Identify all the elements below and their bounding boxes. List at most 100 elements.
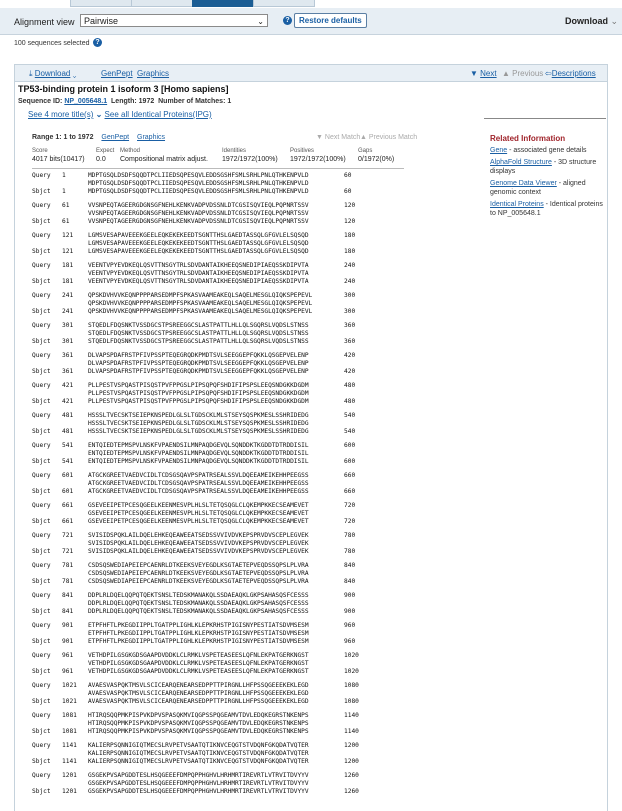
chevron-down-icon: ⌄ — [257, 17, 264, 26]
tab-graphic-summary[interactable] — [131, 0, 193, 7]
descriptions-link[interactable]: ⇦Descriptions — [545, 69, 596, 78]
alignment-start: 781 — [62, 578, 74, 585]
alignment-start: 301 — [62, 322, 74, 329]
alignment-sequence: ENTQIEDTEPMSPVLNSKFVPAENDSILMNPAQDGEVQLS… — [88, 458, 309, 465]
alignment-sequence: LGMSVESAPAVEEEKGEELEQKEKEKEEDTSGNTTHSLGA… — [88, 232, 309, 239]
alignment-sequence: SVISIDSPQKLAILDQELEHKEQEAWEEATSEDSSVVIVD… — [88, 532, 309, 539]
alignment-sequence: ENTQIEDTEPMSPVLNSKFVPAENDSILMNPAQDGEVQLS… — [88, 442, 309, 449]
length-label: Length: — [111, 98, 137, 105]
alignment-sequence: STQEDLFDQSNKTVSSDGCSTPSREEGGCSLASTPATTLH… — [88, 322, 309, 329]
alignment-start: 181 — [62, 262, 74, 269]
alignment-end: 1140 — [344, 728, 359, 735]
alignment-sequence: MDPTGSQLDSDFSQQDTPCLIIEDSQPESQVLEDDSGSHF… — [88, 180, 309, 187]
positives-value: 1972/1972(100%) — [290, 156, 346, 163]
alignment-block: Query 121 LGMSVESAPAVEEEKGEELEQKEKEKEEDTSG… — [32, 232, 392, 264]
range-graphics-link[interactable]: Graphics — [137, 134, 165, 141]
alignment-sequence: KALIERPSQNNIGIQTMECSLRVPETVSAATQTIKNVCEQ… — [88, 742, 309, 749]
alignment-row-label: Query — [32, 202, 51, 209]
alignment-sequence: PLLPESTVSPQASTPISQSTPVFPPGSLPIPSQPQFSHDI… — [88, 390, 309, 397]
download-icon: ⤓ — [29, 69, 33, 78]
related-ipg-link[interactable]: Identical Proteins — [490, 201, 544, 208]
tab-descriptions[interactable] — [70, 0, 132, 7]
seq-id-link[interactable]: NP_005648.1 — [64, 98, 107, 105]
alignment-sequence: DDPLRLDQELQQPQTQEKTSNSLTEDSKMANAKQLSSDAE… — [88, 592, 309, 599]
related-gdv-link[interactable]: Genome Data Viewer — [490, 180, 557, 187]
alignment-row-label: Query — [32, 712, 51, 719]
alignment-start: 1081 — [62, 728, 77, 735]
alignment-row-label: Query — [32, 232, 51, 239]
alignment-start: 1 — [62, 172, 66, 179]
alignment-block: Query 961 VETHDPILGSGKGDSGAAPDVDDKLCLRMKLV… — [32, 652, 392, 684]
alignment-start: 1021 — [62, 698, 77, 705]
alignment-sequence: ETPFHFTLPKEGDIIPPLTGATPPLIGHLKLEPKRHSTPI… — [88, 630, 309, 637]
alignment-start: 481 — [62, 428, 74, 435]
alignment-sequence: VETHDPILGSGKGDSGAAPDVDDKLCLRMKLVSPETEASE… — [88, 660, 309, 667]
gaps-value: 0/1972(0%) — [358, 156, 395, 163]
alignment-block: Query 61 VVSNPEQTAGEERGDGNSGFNEHLKENKVADPV… — [32, 202, 392, 234]
alignment-start: 241 — [62, 308, 74, 315]
related-item: Identical Proteins - Identical proteins … — [490, 200, 610, 218]
alignment-sequence: VEENTVPYEVDKEQLQSVTTNSGYTRLSDVDANTAIKHEE… — [88, 270, 309, 277]
panel-download-menu[interactable]: ⤓ Download ⌄ — [29, 69, 76, 79]
tab-alignments[interactable] — [192, 0, 254, 7]
panel-toolbar: ⤓ Download ⌄ GenPept Graphics ▼ Next ▲ P… — [15, 65, 607, 82]
tab-taxonomy[interactable] — [253, 0, 315, 7]
down-arrow-icon: ▼ — [316, 134, 323, 141]
alignment-sequence: KALIERPSQNNIGIQTMECSLRVPETVSAATQTIKNVCEQ… — [88, 750, 309, 757]
alignment-end: 180 — [344, 248, 356, 255]
alignment-block: Query 601 ATGCKGREETVAEDVCIDLTCDSGSQAVPSPA… — [32, 472, 392, 504]
see-all-ipg-link[interactable]: See all Identical Proteins(IPG) — [105, 110, 212, 119]
next-match-link[interactable]: ▼ Next Match — [316, 134, 360, 141]
restore-defaults-button[interactable]: Restore defaults — [294, 13, 367, 28]
download-menu[interactable]: Download ⌄ — [565, 16, 618, 27]
alignment-end: 1140 — [344, 712, 359, 719]
related-alphafold-link[interactable]: AlphaFold Structure — [490, 159, 552, 166]
alignment-sequence: DDPLRLDQELQQPQTQEKTSNSLTEDSKMANAKQLSSDAE… — [88, 600, 309, 607]
matches-value: 1 — [227, 98, 232, 105]
help-icon[interactable]: ? — [283, 16, 292, 25]
alignment-sequence: GSEVEEIPETPCESQGEELKEENMESVPLHLSLTETQSQG… — [88, 510, 309, 517]
help-icon[interactable]: ? — [93, 38, 102, 47]
score-value: 4017 bits(10417) — [32, 156, 85, 163]
positives-header: Positives — [290, 148, 315, 154]
alignment-start: 721 — [62, 548, 74, 555]
alignment-view-select[interactable]: Pairwise ⌄ — [80, 14, 268, 27]
alignment-sequence: ATGCKGREETVAEDVCIDLTCDSGSQAVPSPATRSEALSS… — [88, 480, 309, 487]
tab-strip — [0, 0, 622, 8]
alignment-end: 540 — [344, 428, 356, 435]
range-genpept-link[interactable]: GenPept — [101, 134, 129, 141]
alignment-end: 360 — [344, 322, 356, 329]
score-header: Score — [32, 148, 48, 154]
alignment-end: 300 — [344, 308, 356, 315]
alignment-block: Query 1081 HTIRQSQQPMKPISPVKDPVSPASQKMVIQG… — [32, 712, 392, 744]
alignment-sequence: HSSSLTVECSKTSEIEPKNSPEDLGLSLTGDSCKLMLSTS… — [88, 412, 309, 419]
genpept-link[interactable]: GenPept — [101, 69, 133, 78]
gaps-header: Gaps — [358, 148, 373, 154]
alignment-start: 181 — [62, 278, 74, 285]
alignment-row-label: Sbjct — [32, 278, 51, 285]
next-link[interactable]: ▼ Next — [470, 69, 497, 78]
graphics-link[interactable]: Graphics — [137, 69, 169, 78]
length-value: 1972 — [138, 98, 155, 105]
related-gene-text: - associated gene details — [507, 147, 587, 154]
down-arrow-icon: ▼ — [470, 69, 478, 78]
related-gene-link[interactable]: Gene — [490, 147, 507, 154]
previous-link[interactable]: ▲ Previous — [502, 69, 543, 78]
alignment-end: 1080 — [344, 698, 359, 705]
alignment-end: 1200 — [344, 742, 359, 749]
alignment-row-label: Sbjct — [32, 368, 51, 375]
alignment-sequence: DDPLRLDQELQQPQTQEKTSNSLTEDSKMANAKQLSSDAE… — [88, 608, 309, 615]
alignment-sequence: VVSNPEQTAGEERGDGNSGFNEHLKENKVADPVDSSNLDT… — [88, 202, 309, 209]
alignment-end: 120 — [344, 202, 356, 209]
alignment-start: 601 — [62, 488, 74, 495]
alignment-start: 121 — [62, 232, 74, 239]
alignment-row-label: Query — [32, 262, 51, 269]
alignment-end: 480 — [344, 382, 356, 389]
more-titles-link[interactable]: See 4 more title(s) — [28, 110, 93, 119]
hit-meta: Sequence ID: NP_005648.1 Length: 1972 Nu… — [18, 98, 231, 105]
previous-match-link[interactable]: ▲ Previous Match — [360, 134, 417, 141]
alignment-sequence: STQEDLFDQSNKTVSSDGCSTPSREEGGCSLASTPATTLH… — [88, 330, 309, 337]
alignment-sequence: VVSNPEQTAGEERGDGNSGFNEHLKENKVADPVDSSNLDT… — [88, 210, 309, 217]
alignment-sequence: HTIRQSQQPMKPISPVKDPVSPASQKMVIQGPSSPQGEAM… — [88, 712, 309, 719]
alignment-sequence: VETHDPILGSGKGDSGAAPDVDDKLCLRMKLVSPETEASE… — [88, 668, 309, 675]
